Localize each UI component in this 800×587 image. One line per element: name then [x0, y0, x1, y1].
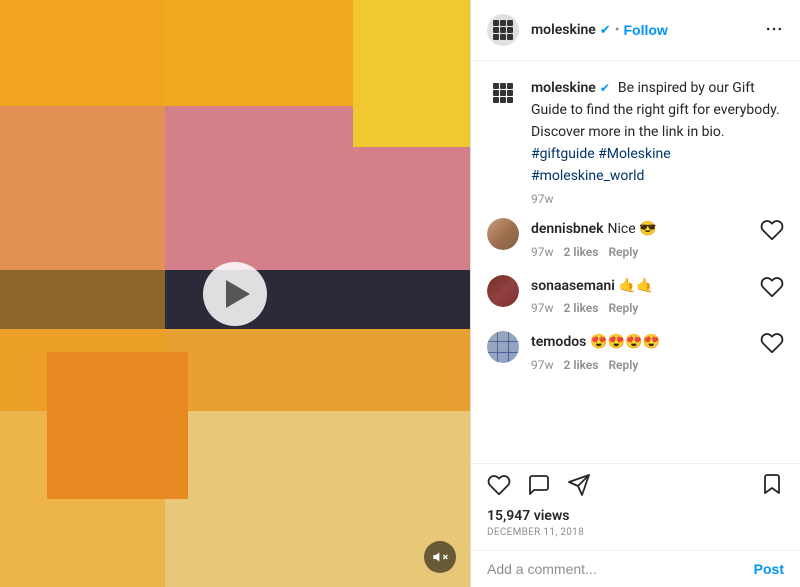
mute-icon: [432, 549, 448, 565]
author-comment-row: moleskine ✔ Be inspired by our Gift Guid…: [487, 77, 784, 206]
temodos-avatar-img: [487, 331, 519, 363]
dot-separator: •: [615, 22, 620, 38]
play-triangle-icon: [226, 280, 250, 308]
comment2-likes: 2 likes: [564, 358, 599, 372]
comment-row: temodos 😍😍😍😍 97w 2 likes Reply: [487, 331, 784, 372]
header-username[interactable]: moleskine: [531, 22, 596, 38]
dennisbnek-username[interactable]: dennisbnek: [531, 221, 604, 237]
author-username[interactable]: moleskine: [531, 80, 596, 96]
comment2-like-button[interactable]: [760, 331, 784, 359]
temodos-username[interactable]: temodos: [531, 334, 586, 350]
sonaasemani-avatar-img: [487, 275, 519, 307]
hashtags[interactable]: #giftguide #Moleskine #moleskine_world: [531, 146, 671, 184]
temodos-comment-content: temodos 😍😍😍😍 97w 2 likes Reply: [531, 331, 760, 372]
dennisbnek-text: Nice 😎: [607, 221, 656, 237]
author-comment-meta: 97w: [531, 192, 784, 206]
author-logo-icon: [493, 83, 513, 103]
comment0-time: 97w: [531, 245, 554, 259]
views-count: 15,947 views: [487, 508, 784, 524]
comment0-reply[interactable]: Reply: [608, 245, 638, 259]
heart-icon: [760, 331, 784, 355]
temodos-meta: 97w 2 likes Reply: [531, 358, 760, 372]
video-panel[interactable]: [0, 0, 470, 587]
comment2-time: 97w: [531, 358, 554, 372]
comment1-reply[interactable]: Reply: [608, 301, 638, 315]
comment1-time: 97w: [531, 301, 554, 315]
author-comment-time: 97w: [531, 192, 554, 206]
bookmark-icon: [760, 472, 784, 496]
comment-icon: [527, 473, 551, 497]
comment1-like-button[interactable]: [760, 275, 784, 303]
post-date: December 11, 2018: [487, 527, 784, 538]
share-icon: [567, 473, 591, 497]
header-avatar[interactable]: [487, 14, 519, 46]
moleskine-logo-icon: [493, 20, 513, 40]
dennisbnek-meta: 97w 2 likes Reply: [531, 245, 760, 259]
comment-button[interactable]: [527, 473, 551, 501]
sonaasemani-username[interactable]: sonaasemani: [531, 278, 615, 294]
actions-bar: 15,947 views December 11, 2018: [471, 463, 800, 550]
share-button[interactable]: [567, 473, 591, 501]
comment-row: sonaasemani 🤙🤙 97w 2 likes Reply: [487, 275, 784, 316]
dennisbnek-comment-content: dennisbnek Nice 😎 97w 2 likes Reply: [531, 218, 760, 259]
heart-action-icon: [487, 473, 511, 497]
author-comment-content: moleskine ✔ Be inspired by our Gift Guid…: [531, 77, 784, 206]
verified-badge-icon: ✔: [600, 23, 611, 38]
like-button[interactable]: [487, 473, 511, 501]
heart-icon: [760, 275, 784, 299]
comment1-likes: 2 likes: [564, 301, 599, 315]
more-options-button[interactable]: [764, 19, 784, 42]
comment0-like-button[interactable]: [760, 218, 784, 246]
comment-input[interactable]: [487, 561, 754, 577]
post-comment-button[interactable]: Post: [754, 561, 784, 577]
comment0-likes: 2 likes: [564, 245, 599, 259]
dennisbnek-avatar[interactable]: [487, 218, 519, 250]
heart-icon: [760, 218, 784, 242]
sonaasemani-comment-content: sonaasemani 🤙🤙 97w 2 likes Reply: [531, 275, 760, 316]
ellipsis-icon: [764, 19, 784, 39]
sonaasemani-meta: 97w 2 likes Reply: [531, 301, 760, 315]
temodos-text: 😍😍😍😍: [590, 334, 660, 350]
author-avatar[interactable]: [487, 77, 519, 109]
right-panel: moleskine ✔ • Follow moleskine ✔: [470, 0, 800, 587]
comments-section: moleskine ✔ Be inspired by our Gift Guid…: [471, 61, 800, 463]
comment-row: dennisbnek Nice 😎 97w 2 likes Reply: [487, 218, 784, 259]
action-icons-row: [487, 472, 784, 502]
comment2-reply[interactable]: Reply: [608, 358, 638, 372]
sonaasemani-text: 🤙🤙: [619, 278, 654, 294]
mute-button[interactable]: [424, 541, 456, 573]
follow-button[interactable]: Follow: [623, 22, 667, 38]
temodos-avatar[interactable]: [487, 331, 519, 363]
play-button[interactable]: [203, 262, 267, 326]
sonaasemani-avatar[interactable]: [487, 275, 519, 307]
dennisbnek-avatar-img: [487, 218, 519, 250]
bookmark-button[interactable]: [760, 472, 784, 502]
post-header: moleskine ✔ • Follow: [471, 0, 800, 61]
author-verified-icon: ✔: [600, 81, 610, 95]
add-comment-row: Post: [471, 550, 800, 587]
